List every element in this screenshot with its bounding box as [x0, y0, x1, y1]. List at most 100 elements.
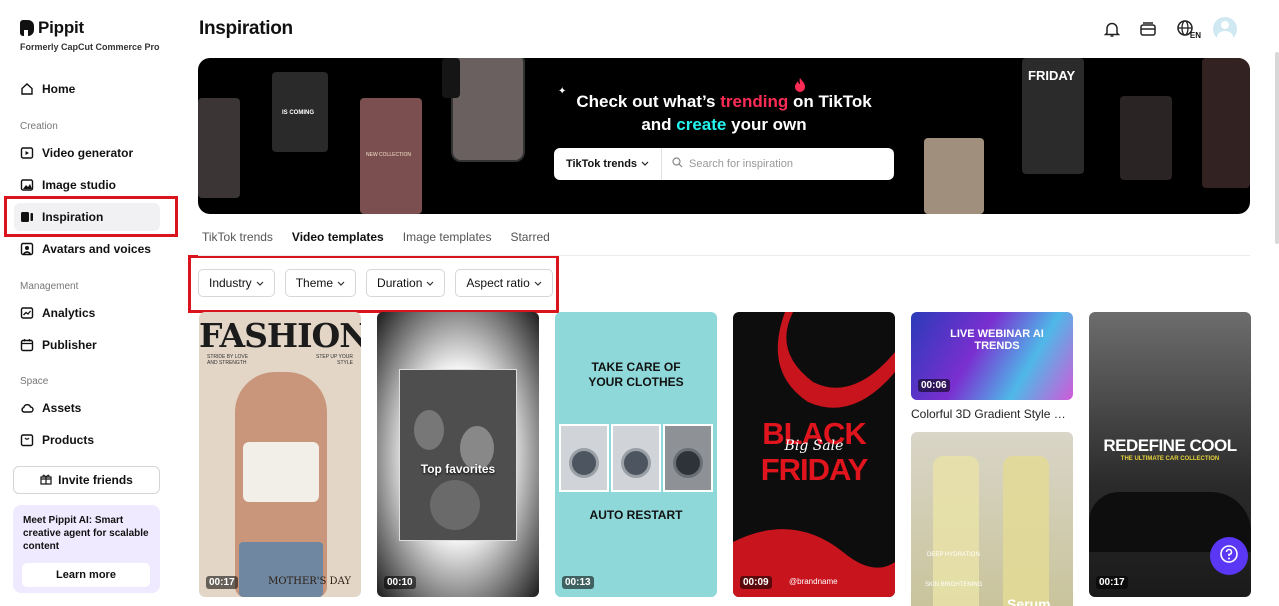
learn-more-button[interactable]: Learn more [22, 563, 150, 587]
duration-badge: 00:17 [1096, 576, 1128, 589]
template-label: DEEP HYDRATION [927, 552, 980, 558]
model-jeans-image [239, 542, 323, 597]
serum-bottle-image [1003, 456, 1049, 606]
language-globe-icon[interactable]: EN [1173, 18, 1201, 40]
filter-duration[interactable]: Duration [366, 269, 446, 297]
template-title: FASHION [199, 316, 361, 355]
tiktok-trends-banner: IS COMING NEW COLLECTION FRIDAY ✦ Check … [198, 58, 1250, 214]
sidebar: Pippit Formerly CapCut Commerce Pro Home… [0, 0, 172, 606]
duration-badge: 00:06 [918, 379, 950, 392]
sidebar-item-avatars-and-voices[interactable]: Avatars and voices [14, 235, 160, 263]
search-icon [672, 157, 683, 171]
template-title-line2: FRIDAY [760, 452, 869, 487]
sidebar-item-label: Assets [42, 401, 82, 415]
sidebar-item-label: Home [42, 82, 76, 96]
sidebar-item-label: Video generator [42, 146, 134, 160]
group-photo-image [399, 369, 517, 541]
sidebar-item-label: Products [42, 433, 95, 447]
avatar-icon [20, 242, 34, 256]
banner-text: Check out what’s [576, 92, 721, 111]
model-top-image [243, 442, 319, 502]
template-title: Serum [1007, 596, 1051, 606]
sidebar-item-products[interactable]: Products [14, 426, 160, 454]
sidebar-item-assets[interactable]: Assets [14, 394, 160, 422]
help-question-icon [1219, 544, 1239, 569]
user-avatar[interactable] [1213, 17, 1237, 41]
chevron-down-icon [256, 276, 264, 290]
banner-text-highlight: trending [720, 92, 789, 111]
banner-headline-line1: Check out what’s trending on TikTok [198, 92, 1250, 112]
tab-video-templates[interactable]: Video templates [292, 230, 384, 244]
filter-industry[interactable]: Industry [198, 269, 275, 297]
filter-label: Industry [209, 276, 252, 290]
duration-badge: 00:17 [206, 576, 238, 589]
section-label-management: Management [20, 281, 79, 292]
tab-image-templates[interactable]: Image templates [403, 230, 492, 244]
duration-badge: 00:13 [562, 576, 594, 589]
filter-label: Aspect ratio [466, 276, 530, 290]
template-card-live-webinar[interactable]: LIVE WEBINAR AI TRENDS 00:06 [911, 312, 1073, 400]
washer-image [611, 424, 661, 492]
notification-bell-icon[interactable] [1101, 18, 1123, 40]
template-card-black-friday[interactable]: BLACK Big Sale FRIDAY @brandname 00:09 [733, 312, 895, 597]
sidebar-item-analytics[interactable]: Analytics [14, 299, 160, 327]
search-placeholder: Search for inspiration [689, 158, 793, 170]
template-title: REDEFINE COOL [1103, 436, 1237, 455]
banner-headline-line2: and create your own [198, 115, 1250, 135]
filter-label: Theme [295, 276, 334, 290]
filter-bar: Industry Theme Duration Aspect ratio [198, 269, 553, 297]
invite-friends-button[interactable]: Invite friends [13, 466, 160, 494]
tabs-divider [198, 255, 1250, 256]
wallet-icon[interactable] [1137, 18, 1159, 40]
cloud-icon [20, 401, 34, 415]
tab-tiktok-trends[interactable]: TikTok trends [202, 230, 273, 244]
template-subtitle: STRIDE BY LOVE AND STRENGTH [207, 354, 249, 366]
header-actions: EN [1101, 17, 1237, 41]
chevron-down-icon [641, 158, 649, 170]
tab-starred[interactable]: Starred [510, 230, 549, 244]
page-scrollbar[interactable] [1275, 52, 1279, 244]
banner-text: on TikTok [788, 92, 872, 111]
sidebar-item-label: Publisher [42, 338, 97, 352]
filter-label: Duration [377, 276, 423, 290]
search-input[interactable]: Search for inspiration [662, 157, 894, 171]
template-card-washer[interactable]: TAKE CARE OF YOUR CLOTHES AUTO RESTART 0… [555, 312, 717, 597]
analytics-icon [20, 306, 34, 320]
promo-text: Meet Pippit AI: Smart creative agent for… [23, 515, 149, 552]
banner-deco-text: FRIDAY [1028, 68, 1076, 83]
sidebar-item-label: Image studio [42, 178, 117, 192]
chevron-down-icon [426, 276, 434, 290]
gift-icon [40, 473, 52, 488]
banner-deco-card [924, 138, 984, 214]
filter-theme[interactable]: Theme [284, 269, 357, 297]
help-button[interactable] [1210, 537, 1248, 575]
sidebar-item-home[interactable]: Home [14, 75, 160, 103]
highlight-box-inspiration [4, 196, 178, 237]
sidebar-item-image-studio[interactable]: Image studio [14, 171, 160, 199]
sidebar-item-publisher[interactable]: Publisher [14, 331, 160, 359]
search-source-dropdown[interactable]: TikTok trends [554, 148, 662, 180]
washer-image [559, 424, 609, 492]
language-badge: EN [1189, 31, 1201, 40]
template-card-top-favorites[interactable]: Top favorites 00:10 [377, 312, 539, 597]
sidebar-item-label: Avatars and voices [42, 242, 151, 256]
search-source-label: TikTok trends [565, 158, 638, 170]
template-bottom-text: AUTO RESTART [589, 508, 683, 522]
banner-deco-card [198, 98, 240, 198]
template-caption: Colorful 3D Gradient Style Co... [911, 407, 1073, 421]
template-card-fashion[interactable]: FASHION STRIDE BY LOVE AND STRENGTH STEP… [199, 312, 361, 597]
duration-badge: 00:09 [740, 576, 772, 589]
template-top-text: TAKE CARE OF YOUR CLOTHES [588, 360, 684, 389]
template-overlay-text: Top favorites [420, 462, 496, 476]
brand-tagline: Formerly CapCut Commerce Pro [20, 42, 160, 52]
filter-aspect-ratio[interactable]: Aspect ratio [455, 269, 553, 297]
duration-badge: 00:10 [384, 576, 416, 589]
product-box-icon [20, 433, 34, 447]
banner-text: and [641, 115, 677, 134]
brand-name: Pippit [38, 18, 85, 37]
brand-logo[interactable]: Pippit [20, 18, 84, 38]
template-card-serum[interactable]: DEEP HYDRATION SKIN BRIGHTENING Serum [911, 432, 1073, 606]
template-tabs: TikTok trends Video templates Image temp… [202, 230, 550, 244]
pippit-logo-icon [20, 20, 34, 36]
sidebar-item-video-generator[interactable]: Video generator [14, 139, 160, 167]
